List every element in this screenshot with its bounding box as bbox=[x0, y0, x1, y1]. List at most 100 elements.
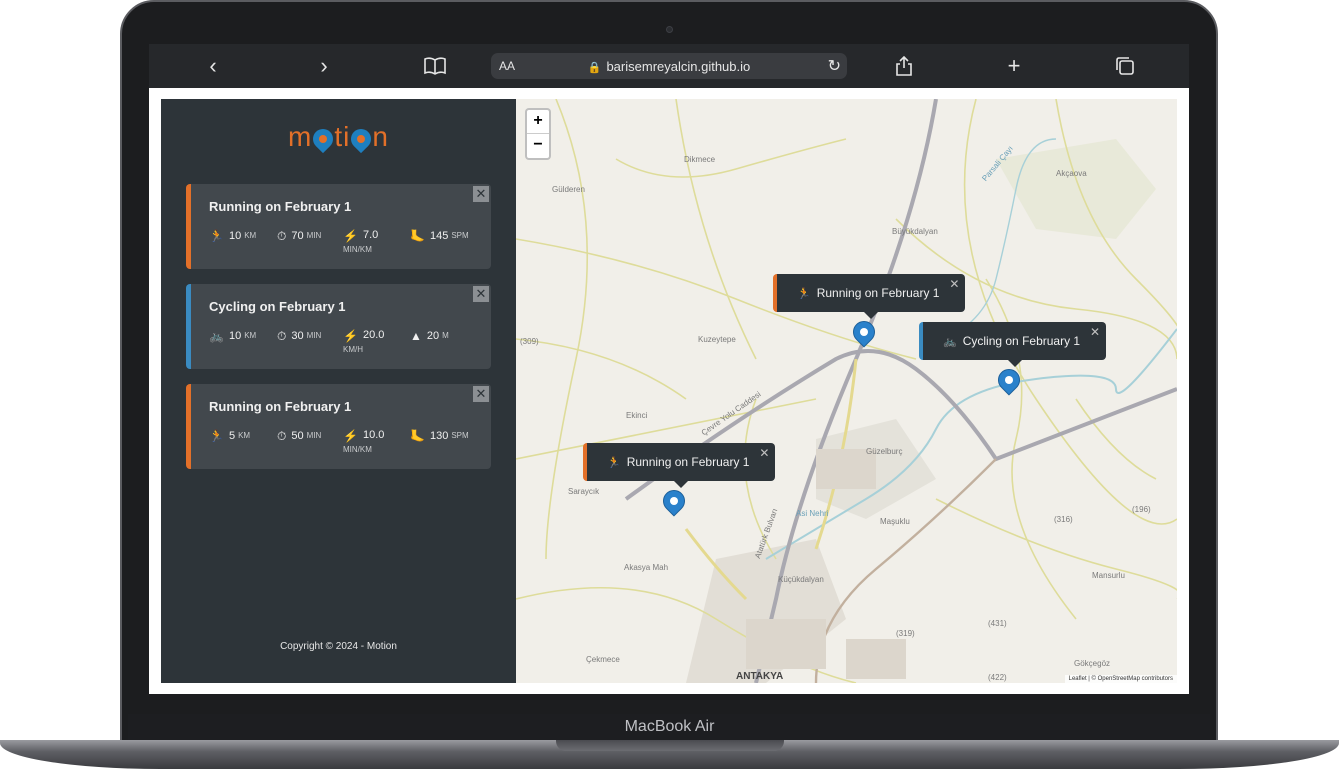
workout-title: Running on February 1 bbox=[209, 199, 352, 214]
footprint-icon: 🦶 bbox=[410, 229, 425, 243]
stopwatch-icon: ⏱ bbox=[277, 429, 287, 443]
duration-detail: ⏱ 70 MIN bbox=[277, 228, 321, 244]
back-icon[interactable]: ‹ bbox=[195, 44, 231, 88]
url-text: barisemreyalcin.github.io bbox=[606, 59, 751, 74]
speed-unit: KM/H bbox=[343, 345, 363, 354]
delete-workout-button[interactable]: ✕ bbox=[473, 386, 489, 402]
close-popup-button[interactable]: ✕ bbox=[759, 446, 769, 460]
workout-card-running[interactable]: ✕ Running on February 1 🏃 10 KM ⏱ 70 MIN ⚡ 7.… bbox=[186, 184, 491, 269]
zoom-in-button[interactable]: + bbox=[527, 110, 549, 134]
address-bar[interactable]: AA 🔒 barisemreyalcin.github.io ↻ bbox=[491, 53, 847, 79]
distance-detail: 🏃 10 KM bbox=[209, 228, 256, 244]
speed-value: 20.0 bbox=[362, 329, 385, 341]
elevation-unit: M bbox=[442, 331, 449, 340]
map-place-label: Maşuklu bbox=[880, 517, 910, 526]
laptop-device: ‹ › AA 🔒 barisemreyalcin.github.io ↻ + mt… bbox=[0, 0, 1339, 769]
map-place-label: Güzelburç bbox=[866, 447, 903, 456]
bicycle-icon: 🚲 bbox=[209, 329, 224, 343]
reload-icon[interactable]: ↻ bbox=[828, 56, 841, 76]
workout-card-running[interactable]: ✕ Running on February 1 🏃 5 KM ⏱ 50 MIN ⚡ 10.… bbox=[186, 384, 491, 469]
pace-value: 10.0 bbox=[362, 429, 385, 441]
cadence-unit: SPM bbox=[451, 431, 469, 440]
camera-icon bbox=[666, 26, 673, 33]
map[interactable]: Dikmece Gülderen Kuzeytepe Ekinci Sarayc… bbox=[516, 99, 1177, 683]
map-road-number: (196) bbox=[1132, 505, 1151, 514]
workout-details: 🏃 10 KM ⏱ 70 MIN ⚡ 7.0 MIN/KM 🦶 145 SPM bbox=[209, 228, 481, 256]
tabs-overview-icon[interactable] bbox=[1107, 44, 1143, 88]
duration-value: 70 bbox=[291, 230, 304, 242]
pace-detail: ⚡ 10.0 MIN/KM bbox=[343, 428, 387, 454]
cadence-value: 145 bbox=[429, 230, 449, 242]
logo-text-end: n bbox=[372, 121, 389, 152]
map-place-label: Kuzeytepe bbox=[698, 335, 736, 344]
workout-title: Cycling on February 1 bbox=[209, 299, 346, 314]
map-place-label: Küçükdalyan bbox=[778, 575, 824, 584]
bookmarks-icon[interactable] bbox=[417, 44, 453, 88]
stopwatch-icon: ⏱ bbox=[277, 329, 287, 343]
popup-tip bbox=[864, 312, 879, 319]
popup-tip bbox=[674, 481, 689, 488]
workout-popup-running[interactable]: 🏃 Running on February 1 ✕ bbox=[583, 443, 776, 488]
forward-icon[interactable]: › bbox=[306, 44, 342, 88]
running-icon: 🏃 bbox=[209, 429, 224, 443]
logo-text-start: m bbox=[288, 121, 313, 152]
map-road-number: (319) bbox=[896, 629, 915, 638]
logo-text-middle: ti bbox=[334, 121, 351, 152]
zoom-out-button[interactable]: − bbox=[527, 134, 549, 158]
url-display: 🔒 barisemreyalcin.github.io bbox=[491, 59, 847, 74]
map-place-label: Akasya Mah bbox=[624, 563, 669, 572]
map-place-label: Çekmece bbox=[586, 655, 620, 664]
duration-detail: ⏱ 50 MIN bbox=[277, 428, 321, 444]
new-tab-icon[interactable]: + bbox=[996, 44, 1032, 88]
map-place-label: Akçaova bbox=[1056, 169, 1087, 178]
delete-workout-button[interactable]: ✕ bbox=[473, 286, 489, 302]
pace-unit: MIN/KM bbox=[343, 445, 372, 454]
close-popup-button[interactable]: ✕ bbox=[1090, 325, 1100, 339]
distance-value: 5 bbox=[228, 430, 236, 442]
motion-logo: m ti n bbox=[161, 121, 516, 153]
running-icon: 🏃 bbox=[209, 229, 224, 243]
workout-popup-running[interactable]: 🏃 Running on February 1 ✕ bbox=[773, 274, 966, 319]
workout-popup-cycling[interactable]: 🚲 Cycling on February 1 ✕ bbox=[919, 322, 1107, 367]
workout-details: 🏃 5 KM ⏱ 50 MIN ⚡ 10.0 MIN/KM 🦶 130 SPM bbox=[209, 428, 481, 456]
cadence-value: 130 bbox=[429, 430, 449, 442]
popup-label: Cycling on February 1 bbox=[962, 334, 1081, 348]
distance-detail: 🏃 5 KM bbox=[209, 428, 250, 444]
bicycle-icon: 🚲 bbox=[943, 335, 957, 348]
workout-details: 🚲 10 KM ⏱ 30 MIN ⚡ 20.0 KM/H ▲ 20 M bbox=[209, 328, 481, 356]
map-road-number: (431) bbox=[988, 619, 1007, 628]
delete-workout-button[interactable]: ✕ bbox=[473, 186, 489, 202]
map-city-label: ANTAKYA bbox=[736, 671, 784, 682]
map-river-label: Asi Nehri bbox=[796, 509, 829, 518]
map-attribution[interactable]: Leaflet | © OpenStreetMap contributors bbox=[1064, 675, 1177, 683]
distance-detail: 🚲 10 KM bbox=[209, 328, 256, 344]
laptop-notch bbox=[556, 740, 784, 751]
duration-value: 30 bbox=[291, 330, 304, 342]
map-place-label: Gökçegöz bbox=[1074, 659, 1111, 668]
pace-value: 7.0 bbox=[362, 229, 379, 241]
running-icon: 🏃 bbox=[607, 456, 621, 469]
popup-tip bbox=[1007, 360, 1022, 367]
sidebar: m ti n ✕ Running on February 1 🏃 10 KM ⏱ 70 MI… bbox=[161, 99, 516, 683]
distance-unit: KM bbox=[244, 331, 257, 340]
mountain-icon: ▲ bbox=[410, 329, 422, 343]
distance-unit: KM bbox=[238, 431, 251, 440]
cadence-detail: 🦶 130 SPM bbox=[410, 428, 469, 444]
copyright-text: Copyright © 2024 - Motion bbox=[280, 641, 397, 652]
workout-card-cycling[interactable]: ✕ Cycling on February 1 🚲 10 KM ⏱ 30 MIN ⚡ 20… bbox=[186, 284, 491, 369]
map-place-label: Gülderen bbox=[552, 185, 585, 194]
popup-label: Running on February 1 bbox=[626, 455, 750, 469]
workout-title: Running on February 1 bbox=[209, 399, 352, 414]
duration-value: 50 bbox=[291, 430, 304, 442]
map-place-label: Saraycık bbox=[568, 487, 600, 496]
browser-toolbar: ‹ › AA 🔒 barisemreyalcin.github.io ↻ + bbox=[149, 44, 1189, 88]
close-popup-button[interactable]: ✕ bbox=[949, 277, 959, 291]
map-road-number: (316) bbox=[1054, 515, 1073, 524]
zoom-control: + − bbox=[525, 108, 551, 160]
speed-detail: ⚡ 20.0 KM/H bbox=[343, 328, 387, 354]
footprint-icon: 🦶 bbox=[410, 429, 425, 443]
share-icon[interactable] bbox=[886, 44, 922, 88]
elevation-value: 20 bbox=[426, 330, 440, 342]
elevation-detail: ▲ 20 M bbox=[410, 328, 449, 344]
map-road-number: (422) bbox=[988, 673, 1007, 682]
